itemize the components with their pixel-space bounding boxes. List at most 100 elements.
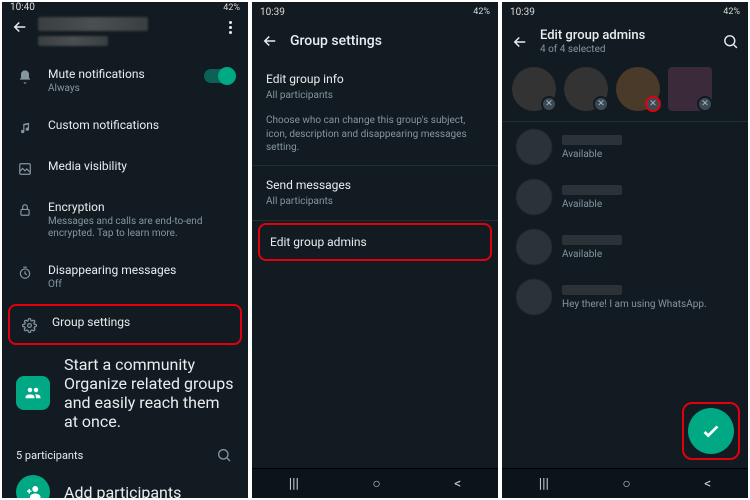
timer-icon: [16, 264, 34, 282]
mute-sub: Always: [48, 83, 190, 96]
home-icon[interactable]: ○: [622, 475, 630, 492]
page-title: Edit group admins: [540, 28, 710, 43]
group-subtext-redacted: [38, 36, 108, 46]
clock: 10:39: [260, 7, 285, 18]
selection-count: 4 of 4 selected: [540, 44, 710, 55]
member-avatar: [516, 129, 552, 165]
edit-group-info-row[interactable]: Edit group info All participants: [252, 60, 498, 114]
encryption-sub: Messages and calls are end-to-end encryp…: [48, 216, 234, 241]
info-description: Choose who can change this group's subje…: [252, 114, 498, 165]
send-label: Send messages: [266, 178, 484, 192]
clock: 10:40: [10, 2, 35, 13]
battery-label: 42%: [223, 3, 240, 13]
mute-label: Mute notifications: [48, 67, 190, 81]
panel-group-settings: 10:39 42% Group settings Edit group info…: [252, 2, 498, 498]
android-navbar: ||| ○ <: [502, 468, 748, 498]
community-sub: Organize related groups and easily reach…: [64, 374, 233, 431]
image-icon: [16, 160, 34, 178]
highlight-fab: [682, 402, 740, 460]
add-participants-row[interactable]: Add participants: [2, 467, 248, 498]
search-icon[interactable]: [214, 445, 234, 465]
media-label: Media visibility: [48, 159, 234, 173]
remove-icon[interactable]: ✕: [593, 96, 609, 112]
page-title: Group settings: [290, 33, 490, 49]
battery-label: 42%: [723, 7, 740, 17]
community-icon: [16, 376, 50, 410]
edit-info-label: Edit group info: [266, 72, 484, 86]
appbar: Edit group admins 4 of 4 selected: [502, 22, 748, 61]
member-avatar: [516, 279, 552, 315]
recents-icon[interactable]: |||: [539, 476, 549, 492]
lock-icon: [16, 201, 34, 219]
bell-icon: [16, 68, 34, 86]
disappearing-row[interactable]: Disappearing messages Off: [2, 252, 248, 303]
panel-group-info: 10:40 42% Mute notifications Always Cust…: [2, 2, 248, 498]
selected-avatar[interactable]: ✕: [616, 67, 660, 111]
add-person-icon: [16, 475, 50, 498]
android-navbar: ||| ○ <: [252, 468, 498, 498]
back-nav-icon[interactable]: <: [704, 476, 711, 492]
gear-icon: [20, 316, 38, 334]
member-name-redacted: [562, 135, 622, 145]
recents-icon[interactable]: |||: [289, 476, 299, 492]
selected-chips: ✕ ✕ ✕ ✕: [502, 61, 748, 121]
community-label: Start a community: [64, 355, 195, 374]
status-bar: 10:39 42%: [502, 2, 748, 22]
member-status: Available: [562, 249, 622, 260]
back-nav-icon[interactable]: <: [454, 476, 461, 492]
group-name-redacted: [38, 17, 148, 31]
member-name-redacted: [562, 235, 622, 245]
participants-header: 5 participants: [2, 439, 248, 467]
group-header: [2, 13, 248, 50]
remove-icon[interactable]: ✕: [645, 96, 661, 112]
member-row[interactable]: Available: [502, 122, 748, 172]
battery-label: 42%: [473, 7, 490, 17]
back-icon[interactable]: [10, 17, 30, 37]
mute-notifications-row[interactable]: Mute notifications Always: [2, 56, 248, 107]
start-community-row[interactable]: Start a community Organize related group…: [2, 347, 248, 439]
remove-icon[interactable]: ✕: [541, 96, 557, 112]
media-visibility-row[interactable]: Media visibility: [2, 148, 248, 189]
member-row[interactable]: Hey there! I am using WhatsApp.: [502, 272, 748, 322]
search-icon[interactable]: [720, 32, 740, 52]
appbar: Group settings: [252, 22, 498, 60]
encryption-row[interactable]: Encryption Messages and calls are end-to…: [2, 189, 248, 252]
selected-avatar[interactable]: ✕: [668, 67, 712, 111]
member-row[interactable]: Available: [502, 222, 748, 272]
edit-group-admins-row[interactable]: Edit group admins: [258, 223, 492, 261]
send-messages-row[interactable]: Send messages All participants: [252, 166, 498, 220]
more-menu-icon[interactable]: [220, 17, 240, 37]
member-name-redacted: [562, 285, 622, 295]
add-participants-label: Add participants: [64, 483, 181, 499]
clock: 10:39: [510, 7, 535, 18]
member-avatar: [516, 229, 552, 265]
status-bar: 10:40 42%: [2, 2, 248, 13]
disappearing-sub: Off: [48, 279, 234, 292]
encryption-label: Encryption: [48, 200, 234, 214]
participants-count: 5 participants: [16, 449, 83, 462]
member-status: Hey there! I am using WhatsApp.: [562, 299, 707, 310]
remove-icon[interactable]: ✕: [697, 96, 713, 112]
custom-label: Custom notifications: [48, 118, 234, 132]
member-status: Available: [562, 149, 622, 160]
member-status: Available: [562, 199, 622, 210]
music-note-icon: [16, 119, 34, 137]
panel-edit-admins: 10:39 42% Edit group admins 4 of 4 selec…: [502, 2, 748, 498]
send-sub: All participants: [266, 195, 484, 208]
group-settings-row[interactable]: Group settings: [8, 304, 242, 345]
member-name-redacted: [562, 185, 622, 195]
edit-admins-label: Edit group admins: [270, 235, 480, 249]
member-row[interactable]: Available: [502, 172, 748, 222]
member-avatar: [516, 179, 552, 215]
group-settings-label: Group settings: [52, 315, 230, 329]
disappearing-label: Disappearing messages: [48, 263, 234, 277]
status-bar: 10:39 42%: [252, 2, 498, 22]
custom-notifications-row[interactable]: Custom notifications: [2, 107, 248, 148]
home-icon[interactable]: ○: [372, 475, 380, 492]
edit-info-sub: All participants: [266, 89, 484, 102]
back-icon[interactable]: [510, 32, 530, 52]
selected-avatar[interactable]: ✕: [564, 67, 608, 111]
mute-toggle[interactable]: [204, 69, 234, 83]
selected-avatar[interactable]: ✕: [512, 67, 556, 111]
back-icon[interactable]: [260, 31, 280, 51]
